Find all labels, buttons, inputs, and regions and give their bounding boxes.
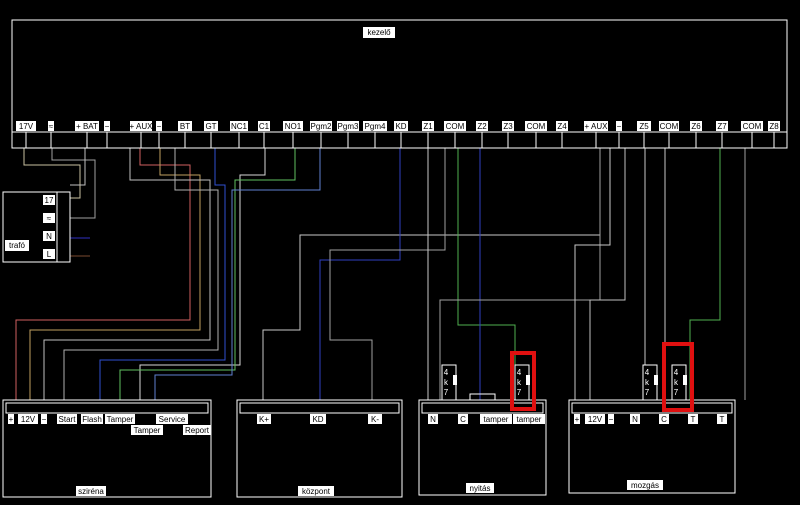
panel-terminal-aux-21: + AUX: [585, 122, 609, 131]
panel-terminal-no1-10: NO1: [285, 122, 302, 131]
wire-kozpont-kd: [319, 148, 401, 400]
motion-sensor-label: mozgás: [631, 481, 659, 490]
mozgas-resistor-1-char-2: 7: [674, 388, 679, 397]
central-terminal-k-2: K-: [371, 415, 379, 424]
panel-terminal-17v-0: 17V: [19, 122, 34, 131]
panel-terminal-sym-5: −: [157, 122, 162, 131]
door-sensor-label: nyitás: [470, 484, 491, 493]
panel-terminal-nc1-8: NC1: [231, 122, 248, 131]
wire-siren-start: [43, 148, 211, 400]
panel-terminal-com-16: COM: [446, 122, 465, 131]
wire-mozgas-minus: [589, 148, 626, 400]
panel-terminal-bat-2: + BAT: [76, 122, 98, 131]
motion-sensor-unit: mozgás +12V − N C T T: [568, 342, 736, 494]
wire-nyitas-t2: [439, 148, 601, 400]
siren-label: sziréna: [78, 487, 104, 496]
panel-terminal-pgm3-12: Pgm3: [338, 122, 359, 131]
trafo-terminal-n-2: N: [46, 232, 52, 241]
siren-terminal-sym-2: −: [42, 415, 47, 424]
siren-terminal-tamper-5: Tamper: [107, 415, 134, 424]
motion-terminal-12v-1: 12V: [588, 415, 603, 424]
wire-siren-extra: [154, 148, 321, 400]
central-label: központ: [302, 487, 331, 496]
panel-terminal-z7-26: Z7: [717, 122, 727, 131]
motion-terminal-sym-2: −: [609, 415, 614, 424]
mozgas-resistor-1-char-0: 4: [674, 368, 679, 377]
wire-mozgas-12v: [574, 148, 611, 400]
panel-terminal-kd-14: KD: [395, 122, 406, 131]
panel-terminal-sym-3: −: [105, 122, 110, 131]
door-terminal-tamper-3: tamper: [517, 415, 542, 424]
trafo-terminal-17-0: 17: [45, 196, 54, 205]
panel-terminal-sym-22: −: [617, 122, 622, 131]
siren-terminal-tamper-7: Tamper: [134, 426, 161, 435]
door-terminal-c-1: C: [460, 415, 466, 424]
wire-siren-report: [119, 148, 296, 400]
panel-terminal-aux-4: + AUX: [130, 122, 154, 131]
transformer: trafó 17 ≈ NL: [2, 191, 71, 263]
nyitas-resistor-0-char-2: 7: [444, 388, 449, 397]
panel-terminal-gt-7: GT: [205, 122, 216, 131]
nyitas-resistor-1-char-2: 7: [517, 388, 522, 397]
nyitas-resistor-0-char-0: 4: [444, 368, 449, 377]
central-terminal-kd-1: KD: [312, 415, 323, 424]
door-sensor-unit: nyitás N Ctamper tamper: [418, 351, 547, 496]
trafo-label: trafó: [9, 241, 26, 250]
panel-terminal-bt-6: BT: [180, 122, 190, 131]
motion-terminal-t-5: T: [691, 415, 696, 424]
siren-terminal-service-6: Service: [159, 415, 186, 424]
wire-siren-service: [139, 148, 266, 400]
panel-terminal-z6-25: Z6: [691, 122, 701, 131]
central-terminal-k-0: K+: [259, 415, 269, 424]
panel-terminal-z1-15: Z1: [423, 122, 433, 131]
siren-terminal-start-3: Start: [59, 415, 77, 424]
panel-terminal-z2-17: Z2: [477, 122, 487, 131]
wire-mozgas-t: [689, 148, 721, 400]
panel-terminal-com-19: COM: [527, 122, 546, 131]
panel-terminal-com-27: COM: [743, 122, 762, 131]
motion-terminal-sym-0: +: [575, 415, 580, 424]
panel-terminal-c1-9: C1: [259, 122, 270, 131]
wire-kozpont-kplus: [262, 148, 601, 400]
panel-terminal-z3-18: Z3: [503, 122, 513, 131]
wires: [15, 148, 746, 400]
wire-nyitas-c: [457, 148, 516, 400]
panel-terminal-z5-23: Z5: [639, 122, 649, 131]
siren-unit: sziréna +12V − Start Flash Tamper Service Tamp…: [2, 399, 212, 498]
siren-terminal-report-8: Report: [185, 426, 210, 435]
siren-terminal-sym-0: +: [9, 415, 14, 424]
door-terminal-tamper-2: tamper: [484, 415, 509, 424]
trafo-terminal-sym-1: ≈: [47, 214, 52, 223]
motion-terminal-n-3: N: [632, 415, 638, 424]
siren-terminal-12v-1: 12V: [21, 415, 36, 424]
siren-terminal-flash-4: Flash: [82, 415, 102, 424]
trafo-terminal-l-3: L: [47, 250, 52, 259]
mozgas-resistor-0-char-2: 7: [645, 388, 650, 397]
panel-terminal-pgm2-11: Pgm2: [311, 122, 332, 131]
wire-siren-12v: [15, 148, 191, 400]
panel-terminal-pgm4-13: Pgm4: [365, 122, 386, 131]
door-terminal-n-0: N: [430, 415, 436, 424]
panel-terminal-com-24: COM: [660, 122, 679, 131]
panel-terminal-sym-1: ≈: [49, 122, 54, 131]
wire-siren-flash: [63, 148, 219, 400]
central-unit: központ K+ KD K-: [236, 399, 403, 498]
motion-terminal-t-6: T: [720, 415, 725, 424]
motion-terminal-c-4: C: [661, 415, 667, 424]
wire-siren-tamper: [99, 148, 226, 400]
panel-title: kezelő: [367, 28, 391, 37]
panel-terminal-z8-28: Z8: [769, 122, 779, 131]
wiring-diagram: kezelő 17V ≈ + BAT − + AUX − BT GT NC1 C1 NO1 Pgm2 P…: [0, 0, 800, 505]
wire-bat: [70, 148, 86, 186]
diagram-canvas: kezelő 17V ≈ + BAT − + AUX − BT GT NC1 C1 NO1 Pgm2 P…: [2, 19, 788, 498]
control-panel: kezelő 17V ≈ + BAT − + AUX − BT GT NC1 C1 NO1 Pgm2 P…: [11, 19, 788, 149]
mozgas-resistor-0-char-0: 4: [645, 368, 650, 377]
nyitas-resistor-1-char-0: 4: [517, 368, 522, 377]
panel-terminal-z4-20: Z4: [557, 122, 567, 131]
